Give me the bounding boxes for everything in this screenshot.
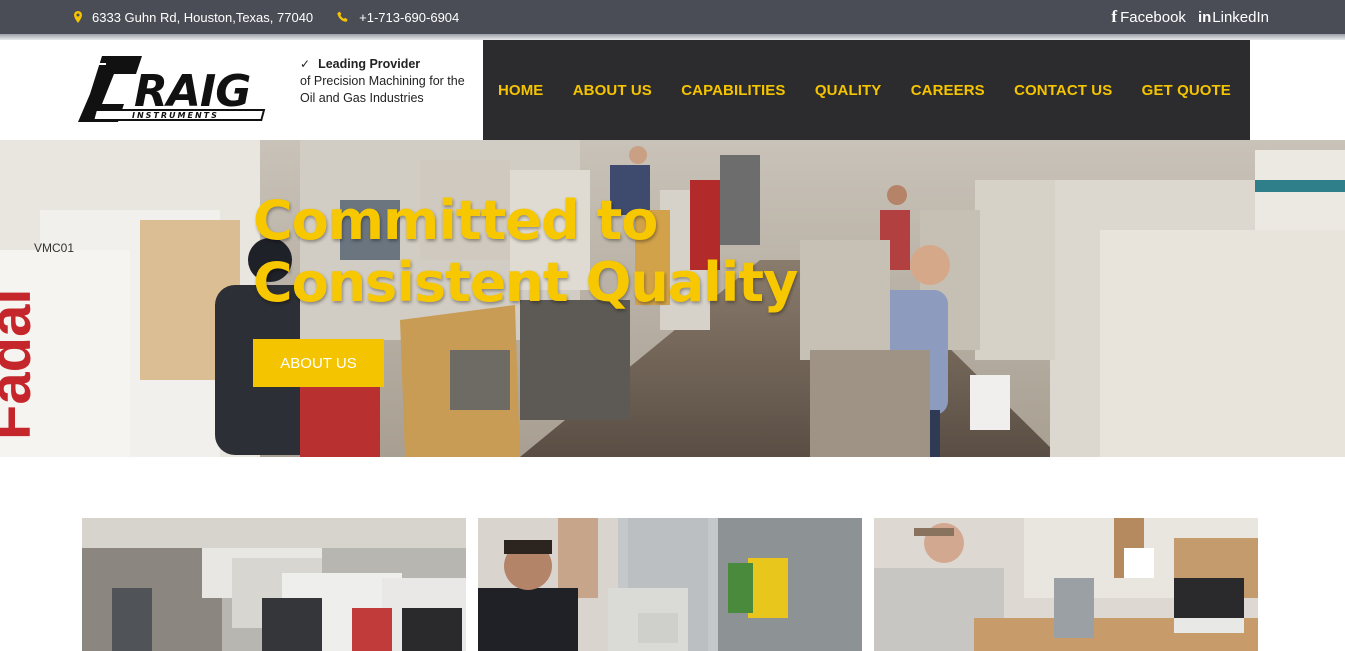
map-marker-icon (74, 11, 82, 23)
facebook-link[interactable]: f Facebook (1111, 7, 1186, 27)
tagline: ✓ Leading Provider of Precision Machining… (300, 56, 465, 107)
machinist-photo (478, 518, 862, 651)
inspection-photo (874, 518, 1258, 651)
hero-heading-line1: Committed to (253, 189, 658, 252)
nav-careers[interactable]: CAREERS (911, 82, 985, 99)
about-us-button[interactable]: ABOUT US (253, 339, 384, 387)
phone-item: +1-713-690-6904 (337, 10, 459, 25)
nav-home[interactable]: HOME (498, 82, 543, 99)
tagline-line1: of Precision Machining for the (300, 74, 465, 88)
facebook-label: Facebook (1120, 8, 1186, 26)
linkedin-label: LinkedIn (1212, 8, 1269, 26)
top-bar: 6333 Guhn Rd, Houston,Texas, 77040 +1-71… (0, 0, 1345, 34)
logo-subtext: INSTRUMENTS (132, 111, 219, 120)
feature-cards (82, 518, 1258, 651)
feature-card-machinist[interactable] (478, 518, 862, 651)
social-links: f Facebook in LinkedIn (1099, 0, 1269, 34)
nav-quality[interactable]: QUALITY (815, 82, 882, 99)
linkedin-icon: in (1197, 8, 1212, 26)
feature-card-inspection[interactable] (874, 518, 1258, 651)
feature-card-shop-floor[interactable] (82, 518, 466, 651)
site-header: RAIG INSTRUMENTS ✓ Leading Provider of Pr… (0, 40, 1345, 140)
nav-get-quote[interactable]: GET QUOTE (1142, 82, 1231, 99)
nav-about-us[interactable]: ABOUT US (573, 82, 652, 99)
phone-text[interactable]: +1-713-690-6904 (359, 10, 459, 25)
phone-icon (337, 11, 349, 23)
check-icon: ✓ (300, 57, 311, 71)
contact-info: 6333 Guhn Rd, Houston,Texas, 77040 +1-71… (74, 0, 483, 34)
address-item: 6333 Guhn Rd, Houston,Texas, 77040 (74, 10, 313, 25)
machine-label-text: VMC01 (34, 241, 74, 255)
tagline-line2: Oil and Gas Industries (300, 91, 424, 105)
craig-logo[interactable]: RAIG INSTRUMENTS (72, 54, 288, 126)
shop-floor-photo (82, 518, 466, 651)
facebook-icon: f (1111, 7, 1118, 26)
nav-capabilities[interactable]: CAPABILITIES (681, 82, 785, 99)
hero-banner: Fadal VMC01 Committed to Consistent Qual… (0, 140, 1345, 457)
address-text: 6333 Guhn Rd, Houston,Texas, 77040 (92, 9, 314, 25)
machine-brand-text: Fadal (0, 289, 43, 441)
linkedin-link[interactable]: in LinkedIn (1198, 9, 1269, 26)
main-nav: HOME ABOUT US CAPABILITIES QUALITY CAREE… (483, 40, 1250, 140)
nav-contact-us[interactable]: CONTACT US (1014, 82, 1112, 99)
tagline-heading: Leading Provider (318, 57, 421, 71)
hero-heading: Committed to Consistent Quality (253, 190, 813, 314)
hero-heading-line2: Consistent Quality (253, 251, 798, 314)
